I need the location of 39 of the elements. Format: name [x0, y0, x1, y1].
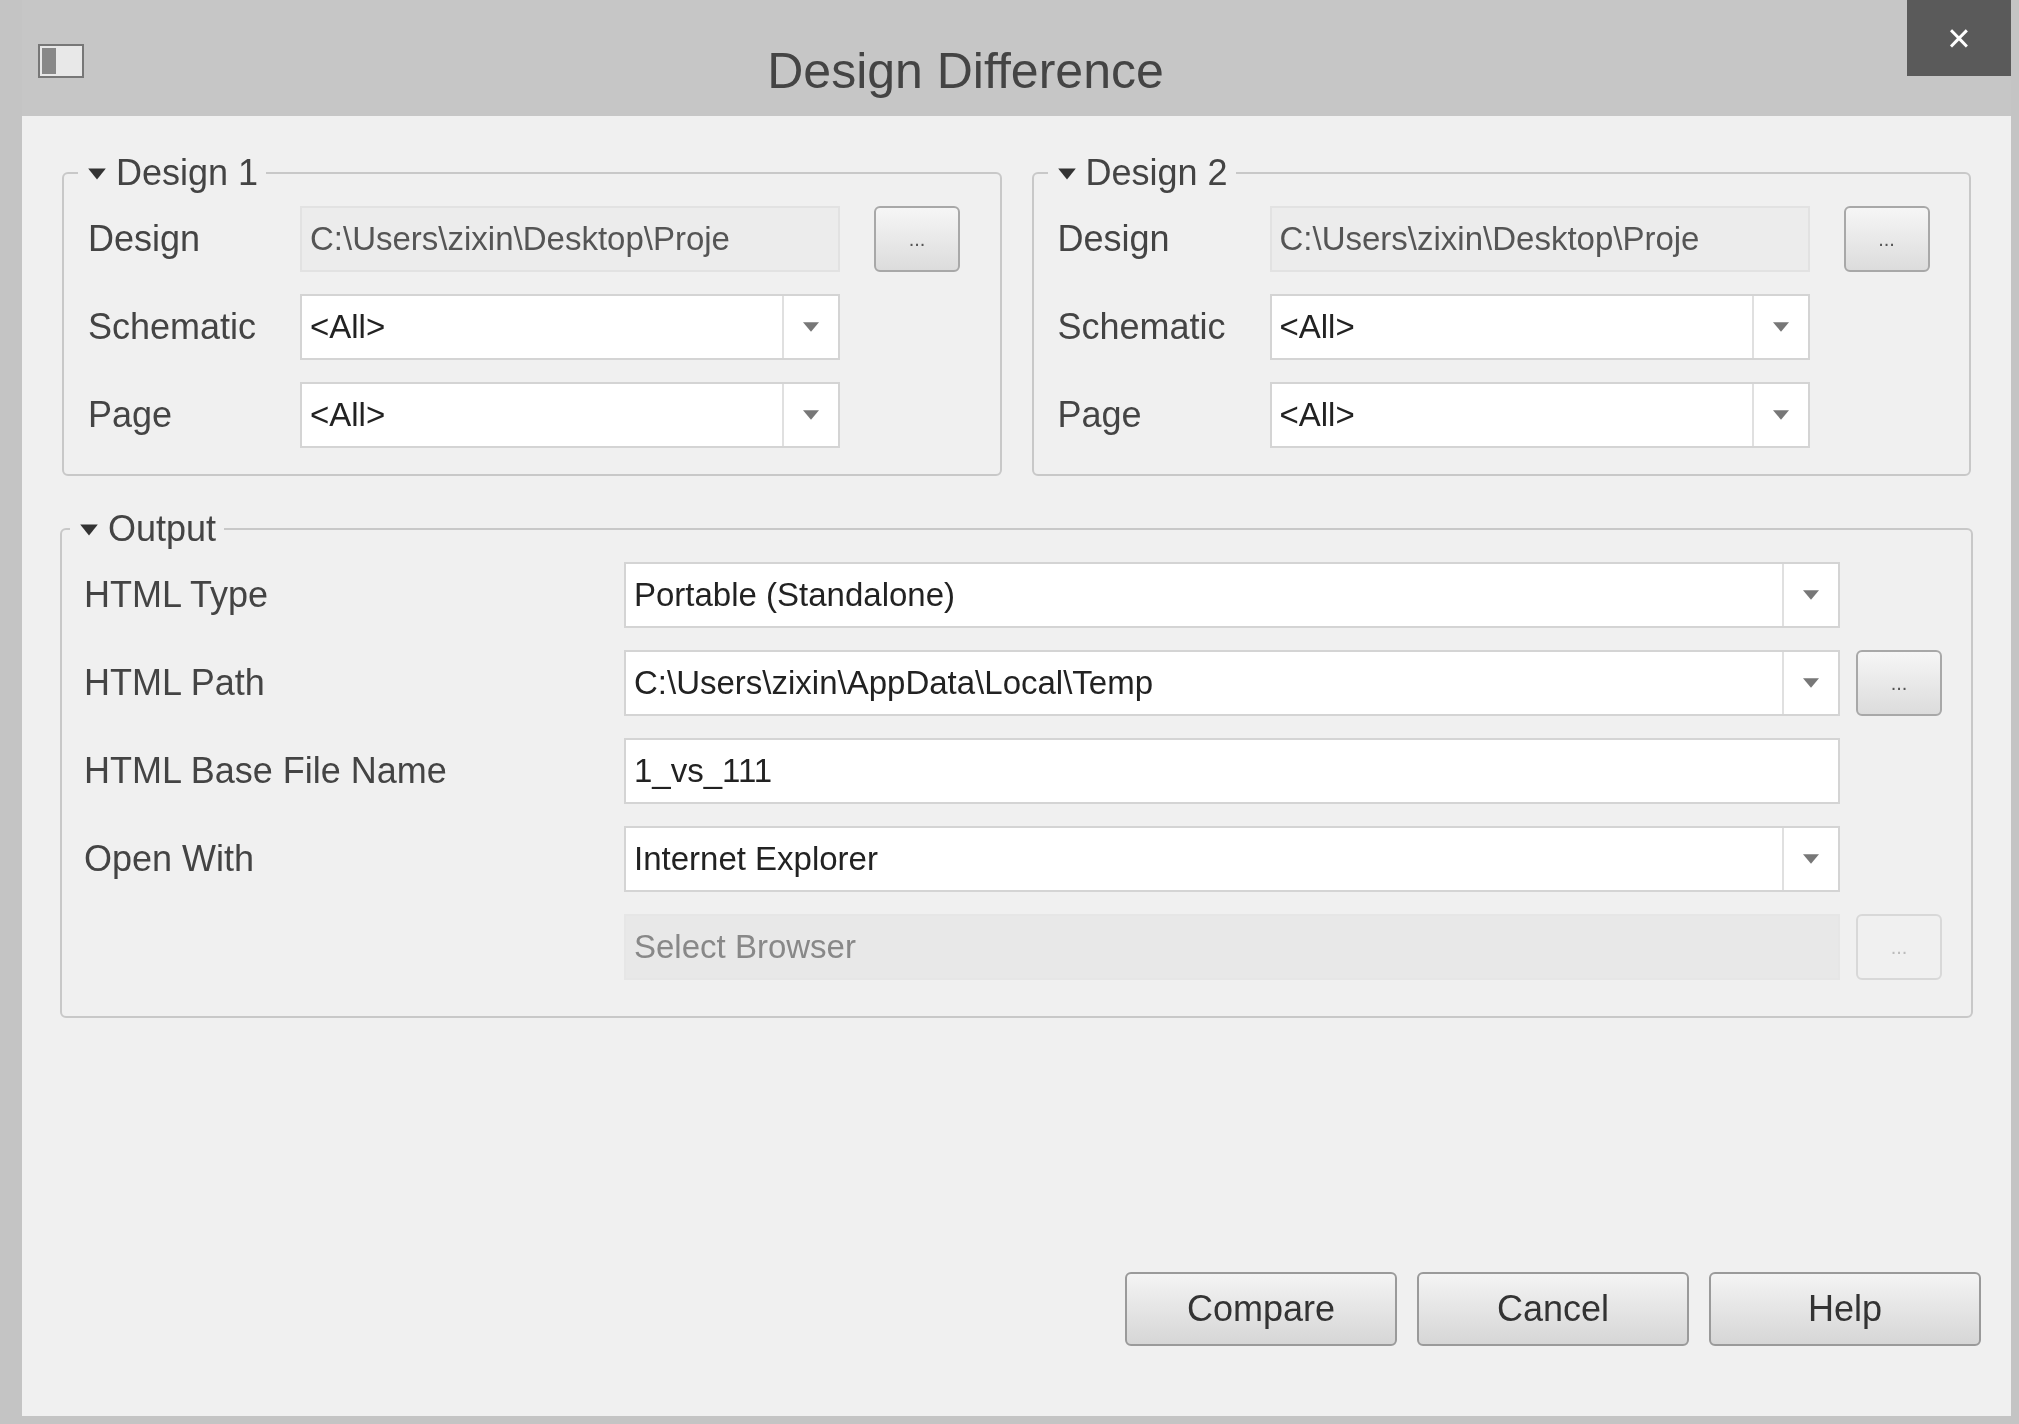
- dropdown-arrow-icon[interactable]: [803, 410, 819, 420]
- browse-button[interactable]: ...: [1843, 206, 1930, 272]
- browse-button[interactable]: ...: [874, 206, 960, 272]
- dialog-button[interactable]: Help: [1709, 1272, 1981, 1346]
- dropdown[interactable]: C:\Users\zixin\AppData\Local\Temp: [624, 650, 1840, 716]
- browse-button[interactable]: ...: [1856, 650, 1942, 716]
- field-label: Page: [1057, 393, 1143, 437]
- group-title: Output: [108, 507, 217, 551]
- group-title: Design 2: [1085, 151, 1228, 195]
- window-title: Design Difference: [766, 42, 1165, 101]
- field-label: Design: [88, 217, 202, 261]
- dropdown[interactable]: <All>: [1269, 382, 1810, 448]
- dropdown[interactable]: Internet Explorer: [624, 826, 1840, 892]
- field-label: HTML Base File Name: [84, 750, 447, 791]
- dropdown-arrow-icon[interactable]: [1803, 678, 1819, 688]
- dropdown-arrow-icon[interactable]: [1803, 854, 1819, 864]
- dialog-button[interactable]: Cancel: [1417, 1272, 1689, 1346]
- dialog-button[interactable]: Compare: [1125, 1272, 1397, 1346]
- app-icon: [38, 44, 84, 78]
- field-label: Open With: [84, 838, 255, 879]
- field-label: HTML Path: [84, 662, 265, 703]
- field-label: Design: [1057, 217, 1171, 261]
- dropdown[interactable]: <All>: [300, 382, 840, 448]
- text-field[interactable]: 1_vs_111: [624, 738, 1840, 804]
- dropdown-arrow-icon[interactable]: [1803, 590, 1819, 600]
- field-label: Page: [88, 393, 174, 437]
- group-title: Design 1: [116, 151, 259, 195]
- field-label: HTML Type: [84, 574, 269, 615]
- path-field[interactable]: C:\Users\zixin\Desktop\Proje: [1269, 206, 1810, 272]
- field-label: Schematic: [1057, 305, 1227, 349]
- dropdown[interactable]: <All>: [300, 294, 840, 360]
- field-label: Schematic: [88, 305, 258, 349]
- dropdown[interactable]: <All>: [1269, 294, 1810, 360]
- dropdown-arrow-icon[interactable]: [1772, 322, 1789, 332]
- dropdown-arrow-icon[interactable]: [1772, 410, 1789, 420]
- close-button[interactable]: ×: [1907, 0, 2011, 76]
- dropdown[interactable]: Portable (Standalone): [624, 562, 1840, 628]
- path-field[interactable]: C:\Users\zixin\Desktop\Proje: [300, 206, 840, 272]
- dropdown-arrow-icon[interactable]: [803, 322, 819, 332]
